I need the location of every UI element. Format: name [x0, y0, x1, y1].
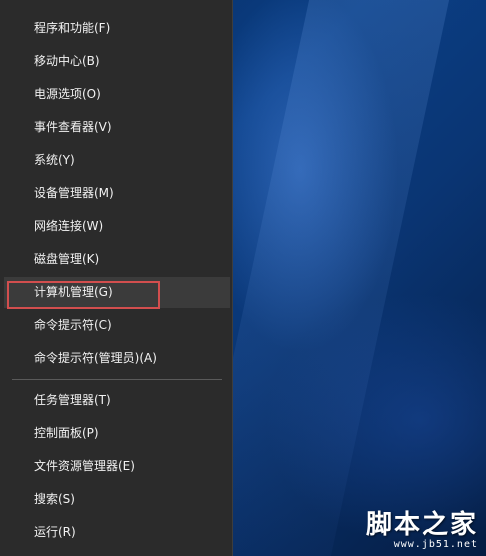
menu-item-mobility-center[interactable]: 移动中心(B) — [4, 46, 230, 77]
menu-item-system[interactable]: 系统(Y) — [4, 145, 230, 176]
menu-item-file-explorer[interactable]: 文件资源管理器(E) — [4, 451, 230, 482]
menu-item-device-manager[interactable]: 设备管理器(M) — [4, 178, 230, 209]
menu-item-power-options[interactable]: 电源选项(O) — [4, 79, 230, 110]
menu-item-programs-features[interactable]: 程序和功能(F) — [4, 13, 230, 44]
site-watermark: 脚本之家 www.jb51.net — [366, 504, 478, 550]
menu-item-run[interactable]: 运行(R) — [4, 517, 230, 548]
menu-item-computer-management[interactable]: 计算机管理(G) — [4, 277, 230, 308]
menu-item-control-panel[interactable]: 控制面板(P) — [4, 418, 230, 449]
winx-context-menu: 程序和功能(F) 移动中心(B) 电源选项(O) 事件查看器(V) 系统(Y) … — [0, 0, 233, 556]
menu-item-command-prompt-admin[interactable]: 命令提示符(管理员)(A) — [4, 343, 230, 374]
menu-separator — [12, 379, 222, 380]
menu-item-event-viewer[interactable]: 事件查看器(V) — [4, 112, 230, 143]
menu-item-task-manager[interactable]: 任务管理器(T) — [4, 385, 230, 416]
menu-item-network-connections[interactable]: 网络连接(W) — [4, 211, 230, 242]
menu-item-disk-management[interactable]: 磁盘管理(K) — [4, 244, 230, 275]
menu-item-search[interactable]: 搜索(S) — [4, 484, 230, 515]
watermark-title: 脚本之家 — [365, 510, 478, 540]
menu-item-command-prompt[interactable]: 命令提示符(C) — [4, 310, 230, 341]
